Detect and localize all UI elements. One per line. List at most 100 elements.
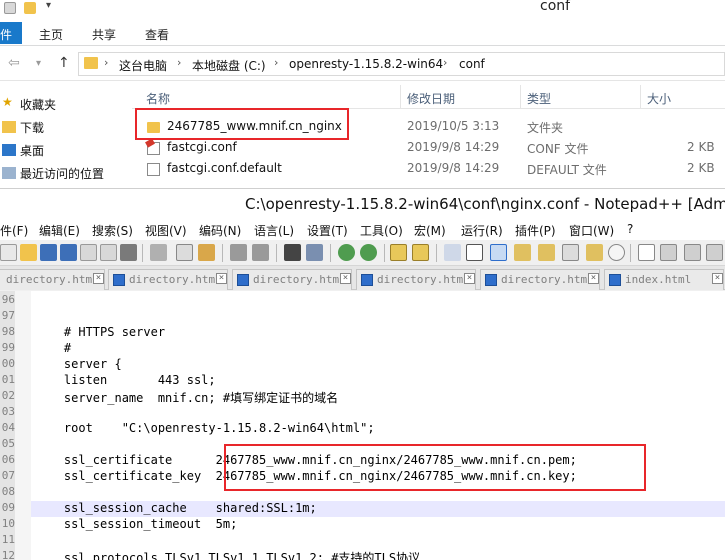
zoom-out-icon[interactable] [360,244,377,261]
folder-workspace-icon[interactable] [586,244,603,261]
explorer-titlebar: ▾ conf [0,0,725,18]
tab-document[interactable]: directory.html × [480,269,600,290]
user-lang-icon[interactable] [514,244,531,261]
doc-map-icon[interactable] [538,244,555,261]
new-file-icon[interactable] [0,244,17,261]
tab-view[interactable]: 查看 [145,26,169,43]
code-line: # HTTPS server [35,325,166,339]
menu-file[interactable]: 件(F) [0,222,28,239]
breadcrumb-this-pc[interactable]: 这台电脑 [119,57,167,74]
menu-bar: 件(F) 编辑(E) 搜索(S) 视图(V) 编码(N) 语言(L) 设置(T)… [0,220,725,240]
menu-search[interactable]: 搜索(S) [92,222,133,239]
record-macro-icon[interactable] [638,244,655,261]
breadcrumb-conf[interactable]: conf [459,57,485,71]
show-all-chars-icon[interactable] [466,244,483,261]
monitoring-icon[interactable] [608,244,625,261]
tab-document[interactable]: directory.html × [232,269,352,290]
code-line: listen 443 ssl; [35,373,216,387]
nav-item-downloads[interactable]: 下载 [0,117,130,137]
tab-document[interactable]: directory.html × [356,269,476,290]
code-line: server { [35,357,122,371]
breadcrumb-openresty[interactable]: openresty-1.15.8.2-win64 [289,57,443,71]
sync-horizontal-icon[interactable] [412,244,429,261]
notepad-window-title: C:\openresty-1.15.8.2-win64\conf\nginx.c… [245,195,725,213]
menu-plugins[interactable]: 插件(P) [515,222,556,239]
back-icon[interactable]: ⇦ [8,55,20,71]
document-icon [361,274,373,286]
tab-home[interactable]: 主页 [39,26,63,43]
close-icon[interactable]: × [712,273,723,284]
stop-macro-icon[interactable] [660,244,677,261]
copy-icon[interactable] [176,244,193,261]
line-number: 00 [1,357,15,370]
up-arrow-icon[interactable]: ↑ [58,55,70,71]
sync-vertical-icon[interactable] [390,244,407,261]
new-folder-icon[interactable] [24,2,36,14]
nav-item-desktop[interactable]: 桌面 [0,140,130,160]
zoom-in-icon[interactable] [338,244,355,261]
column-header-size[interactable]: 大小 [647,90,671,107]
cut-icon[interactable] [150,244,167,261]
column-header-name[interactable]: 名称 [146,90,170,107]
menu-macro[interactable]: 宏(M) [414,222,446,239]
document-icon [609,274,621,286]
nav-item-favorites[interactable]: ★ 收藏夹 [0,94,130,114]
menu-window[interactable]: 窗口(W) [569,222,614,239]
menu-view[interactable]: 视图(V) [145,222,187,239]
forward-dropdown-icon[interactable]: ▾ [36,58,41,69]
paste-icon[interactable] [198,244,215,261]
download-folder-icon [2,121,16,133]
tab-document[interactable]: directory.html × [0,269,105,290]
redo-icon[interactable] [252,244,269,261]
word-wrap-icon[interactable] [444,244,461,261]
code-line: # [35,341,72,355]
menu-language[interactable]: 语言(L) [254,222,294,239]
file-icon [147,163,160,176]
run-macro-multiple-icon[interactable] [706,244,723,261]
replace-icon[interactable] [306,244,323,261]
play-macro-icon[interactable] [684,244,701,261]
address-row: ⇦ ▾ ↑ › 这台电脑 › 本地磁盘 (C:) › openresty-1.1… [0,47,725,81]
menu-help[interactable]: ? [627,222,633,236]
nav-item-recent-places[interactable]: 最近访问的位置 [0,163,130,183]
column-header-date[interactable]: 修改日期 [407,90,455,107]
tab-file[interactable]: 件 [0,22,22,44]
close-icon[interactable]: × [340,273,351,284]
file-row[interactable]: fastcgi.conf 2019/9/8 14:29 CONF 文件 2 KB [132,138,725,159]
save-all-icon[interactable] [60,244,77,261]
print-icon[interactable] [120,244,137,261]
properties-icon[interactable] [4,2,16,14]
file-row[interactable]: fastcgi.conf.default 2019/9/8 14:29 DEFA… [132,159,725,180]
editor[interactable]: 96 97 98 # HTTPS server 99 #00 server {01 l… [0,291,725,560]
open-file-icon[interactable] [20,244,37,261]
close-file-icon[interactable] [80,244,97,261]
close-icon[interactable]: × [216,273,227,284]
save-icon[interactable] [40,244,57,261]
quick-access-dropdown-icon[interactable]: ▾ [46,0,51,11]
address-bar[interactable]: › 这台电脑 › 本地磁盘 (C:) › openresty-1.15.8.2-… [78,52,725,76]
menu-run[interactable]: 运行(R) [461,222,503,239]
breadcrumb-local-disk[interactable]: 本地磁盘 (C:) [192,57,266,74]
code-line: ssl_protocols TLSv1 TLSv1.1 TLSv1.2; #支持… [35,551,421,560]
tab-document[interactable]: index.html × [604,269,724,290]
find-icon[interactable] [284,244,301,261]
menu-settings[interactable]: 设置(T) [307,222,348,239]
close-icon[interactable]: × [93,273,104,284]
star-icon: ★ [2,95,13,109]
close-all-icon[interactable] [100,244,117,261]
close-icon[interactable]: × [588,273,599,284]
tab-document[interactable]: directory.html × [108,269,228,290]
document-icon [113,274,125,286]
menu-edit[interactable]: 编辑(E) [39,222,80,239]
close-icon[interactable]: × [464,273,475,284]
toolbar [0,240,725,266]
function-list-icon[interactable] [562,244,579,261]
indent-guide-icon[interactable] [490,244,507,261]
line-number: 03 [1,405,15,418]
menu-encoding[interactable]: 编码(N) [199,222,241,239]
undo-icon[interactable] [230,244,247,261]
column-header-type[interactable]: 类型 [527,90,551,107]
tab-share[interactable]: 共享 [92,26,116,43]
menu-tools[interactable]: 工具(O) [360,222,403,239]
notepad-titlebar: C:\openresty-1.15.8.2-win64\conf\nginx.c… [0,188,725,220]
